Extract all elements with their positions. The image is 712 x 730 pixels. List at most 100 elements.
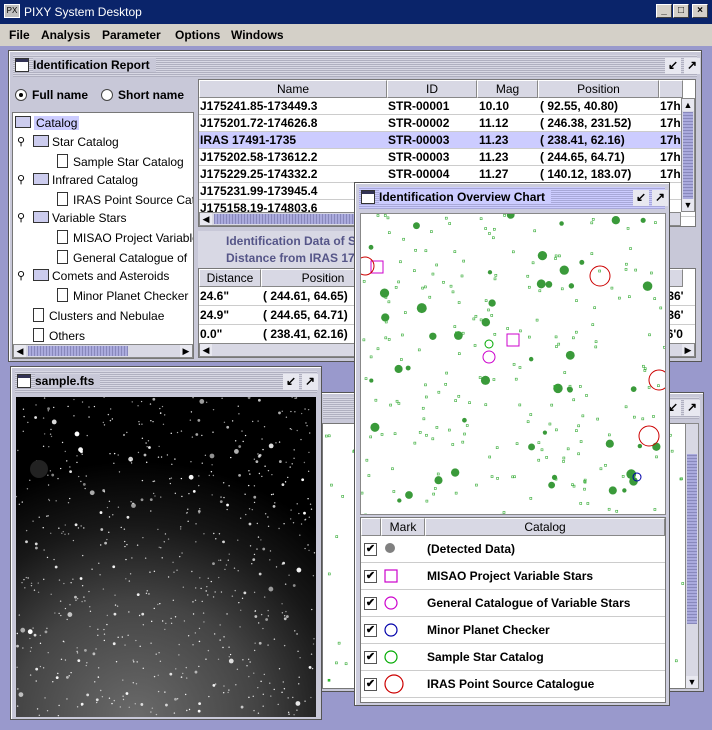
scroll-right-icon[interactable]: ▶ <box>180 345 192 357</box>
menu-windows[interactable]: Windows <box>231 28 284 42</box>
expand-key-icon[interactable]: ⚲ <box>17 269 25 282</box>
tree-item-infrared[interactable]: Infrared Catalog <box>33 173 138 187</box>
minimize-icon[interactable]: ↙ <box>665 58 681 74</box>
scroll-left-icon[interactable]: ◀ <box>200 344 212 356</box>
fits-star <box>277 703 279 706</box>
overview-chart[interactable] <box>360 213 666 515</box>
catalog-checkbox[interactable]: ✔ <box>364 570 377 583</box>
fits-star <box>145 442 147 444</box>
tree-item-gcvs[interactable]: General Catalogue of <box>57 250 187 265</box>
table-row[interactable]: J175202.58-173612.2 STR-00003 11.23 ( 244.6… <box>199 149 695 166</box>
scroll-left-icon[interactable]: ◀ <box>200 213 212 225</box>
fits-star <box>112 565 116 569</box>
fits-star <box>58 527 60 529</box>
legend-row[interactable]: ✔ (Detected Data) <box>361 536 665 563</box>
col-header-mag[interactable]: Mag <box>477 80 538 98</box>
table-row[interactable]: J175201.72-174626.8 STR-00002 11.12 ( 246.3… <box>199 115 695 132</box>
fits-star <box>50 532 52 534</box>
background-vscrollbar[interactable]: ▼ <box>685 423 699 689</box>
col-header-check[interactable] <box>361 518 381 536</box>
scroll-down-icon[interactable]: ▼ <box>682 199 694 211</box>
tree-item-catalog[interactable]: Catalog <box>15 116 80 130</box>
fits-titlebar[interactable]: sample.fts ↙ ↗ <box>15 371 318 393</box>
maximize-icon[interactable]: ↗ <box>302 374 318 390</box>
detected-star <box>575 429 578 432</box>
maximize-icon[interactable]: ↗ <box>684 58 700 74</box>
tree-item-others[interactable]: Others <box>33 328 85 343</box>
cell-position: ( 246.38, 231.52) <box>540 116 632 130</box>
legend-row[interactable]: ✔ Sample Star Catalog <box>361 644 665 671</box>
table-row[interactable]: J175241.85-173449.3 STR-00001 10.10 ( 92.55… <box>199 98 695 115</box>
close-button[interactable]: × <box>692 4 708 18</box>
col-header-id[interactable]: ID <box>387 80 477 98</box>
menu-parameter[interactable]: Parameter <box>102 28 161 42</box>
legend-row[interactable]: ✔ General Catalogue of Variable Stars <box>361 590 665 617</box>
table-row[interactable]: J175229.25-174332.2 STR-00004 11.27 ( 140.1… <box>199 166 695 183</box>
scroll-right-icon[interactable]: ▶ <box>682 344 694 356</box>
tree-item-star-catalog[interactable]: Star Catalog <box>33 135 119 149</box>
catalog-checkbox[interactable]: ✔ <box>364 624 377 637</box>
tree-item-minor-planet[interactable]: Minor Planet Checker <box>57 288 188 303</box>
fits-star <box>146 446 148 448</box>
cell-position: ( 140.12, 183.07) <box>540 167 632 181</box>
detected-star <box>384 320 388 324</box>
table-row[interactable]: IRAS 17491-1735 STR-00003 11.23 ( 238.41, 6… <box>199 132 695 149</box>
maximize-icon[interactable]: ↗ <box>652 190 668 206</box>
table-vscrollbar[interactable]: ▲ ▼ <box>681 98 695 212</box>
col-header-extra[interactable] <box>659 80 683 98</box>
expand-key-icon[interactable]: ⚲ <box>17 211 25 224</box>
col-header-position[interactable]: Position <box>538 80 659 98</box>
col-header-mark[interactable]: Mark <box>381 518 425 536</box>
radio-full-name[interactable] <box>15 89 27 101</box>
scroll-down-icon[interactable]: ▼ <box>686 676 698 688</box>
tree-item-comets[interactable]: Comets and Asteroids <box>33 269 169 283</box>
tree-item-misao[interactable]: MISAO Project Variable <box>57 230 193 245</box>
fits-star <box>256 548 258 550</box>
fits-star <box>190 461 192 463</box>
report-titlebar[interactable]: Identification Report ↙ ↗ <box>13 55 700 77</box>
overview-titlebar[interactable]: Identification Overview Chart ↙ ↗ <box>359 187 668 209</box>
legend-row[interactable]: ✔ MISAO Project Variable Stars <box>361 563 665 590</box>
fits-image[interactable] <box>16 397 316 717</box>
fits-star <box>275 442 277 444</box>
report-title: Identification Report <box>33 58 156 72</box>
tree-item-clusters[interactable]: Clusters and Nebulae <box>33 308 164 323</box>
scroll-thumb[interactable] <box>28 346 128 356</box>
scroll-thumb[interactable] <box>683 112 693 200</box>
fits-star <box>274 502 276 504</box>
tree-item-iras[interactable]: IRAS Point Source Cat <box>57 192 193 207</box>
fits-star <box>136 593 140 596</box>
radio-short-name[interactable] <box>101 89 113 101</box>
catalog-checkbox[interactable]: ✔ <box>364 597 377 610</box>
col-header-name[interactable]: Name <box>199 80 387 98</box>
fits-star <box>248 696 250 699</box>
scroll-up-icon[interactable]: ▲ <box>682 99 694 111</box>
catalog-checkbox[interactable]: ✔ <box>364 678 377 691</box>
maximize-icon[interactable]: ↗ <box>684 400 700 416</box>
menu-options[interactable]: Options <box>175 28 220 42</box>
minimize-button[interactable]: _ <box>656 4 672 18</box>
fits-star <box>153 607 155 610</box>
scroll-thumb[interactable] <box>687 454 697 624</box>
detected-star <box>637 443 643 449</box>
expand-key-icon[interactable]: ⚲ <box>17 135 25 148</box>
scroll-left-icon[interactable]: ◀ <box>14 345 26 357</box>
maximize-button[interactable]: □ <box>673 4 689 18</box>
col-header-catalog[interactable]: Catalog <box>425 518 665 536</box>
expand-key-icon[interactable]: ⚲ <box>17 173 25 186</box>
tree-item-sample-star[interactable]: Sample Star Catalog <box>57 154 184 169</box>
detected-star <box>647 386 651 389</box>
minimize-icon[interactable]: ↙ <box>283 374 299 390</box>
tree-item-variable-stars[interactable]: Variable Stars <box>33 211 126 225</box>
menu-analysis[interactable]: Analysis <box>41 28 90 42</box>
col-header-distance[interactable]: Distance <box>199 269 261 287</box>
catalog-checkbox[interactable]: ✔ <box>364 651 377 664</box>
menu-file[interactable]: File <box>9 28 30 42</box>
minimize-icon[interactable]: ↙ <box>633 190 649 206</box>
tree-hscrollbar[interactable]: ◀ ▶ <box>13 344 193 358</box>
catalog-checkbox[interactable]: ✔ <box>364 543 377 556</box>
legend-row[interactable]: ✔ Minor Planet Checker <box>361 617 665 644</box>
legend-row[interactable]: ✔ IRAS Point Source Catalogue <box>361 671 665 698</box>
fits-star <box>198 665 200 668</box>
fits-star <box>303 511 306 515</box>
